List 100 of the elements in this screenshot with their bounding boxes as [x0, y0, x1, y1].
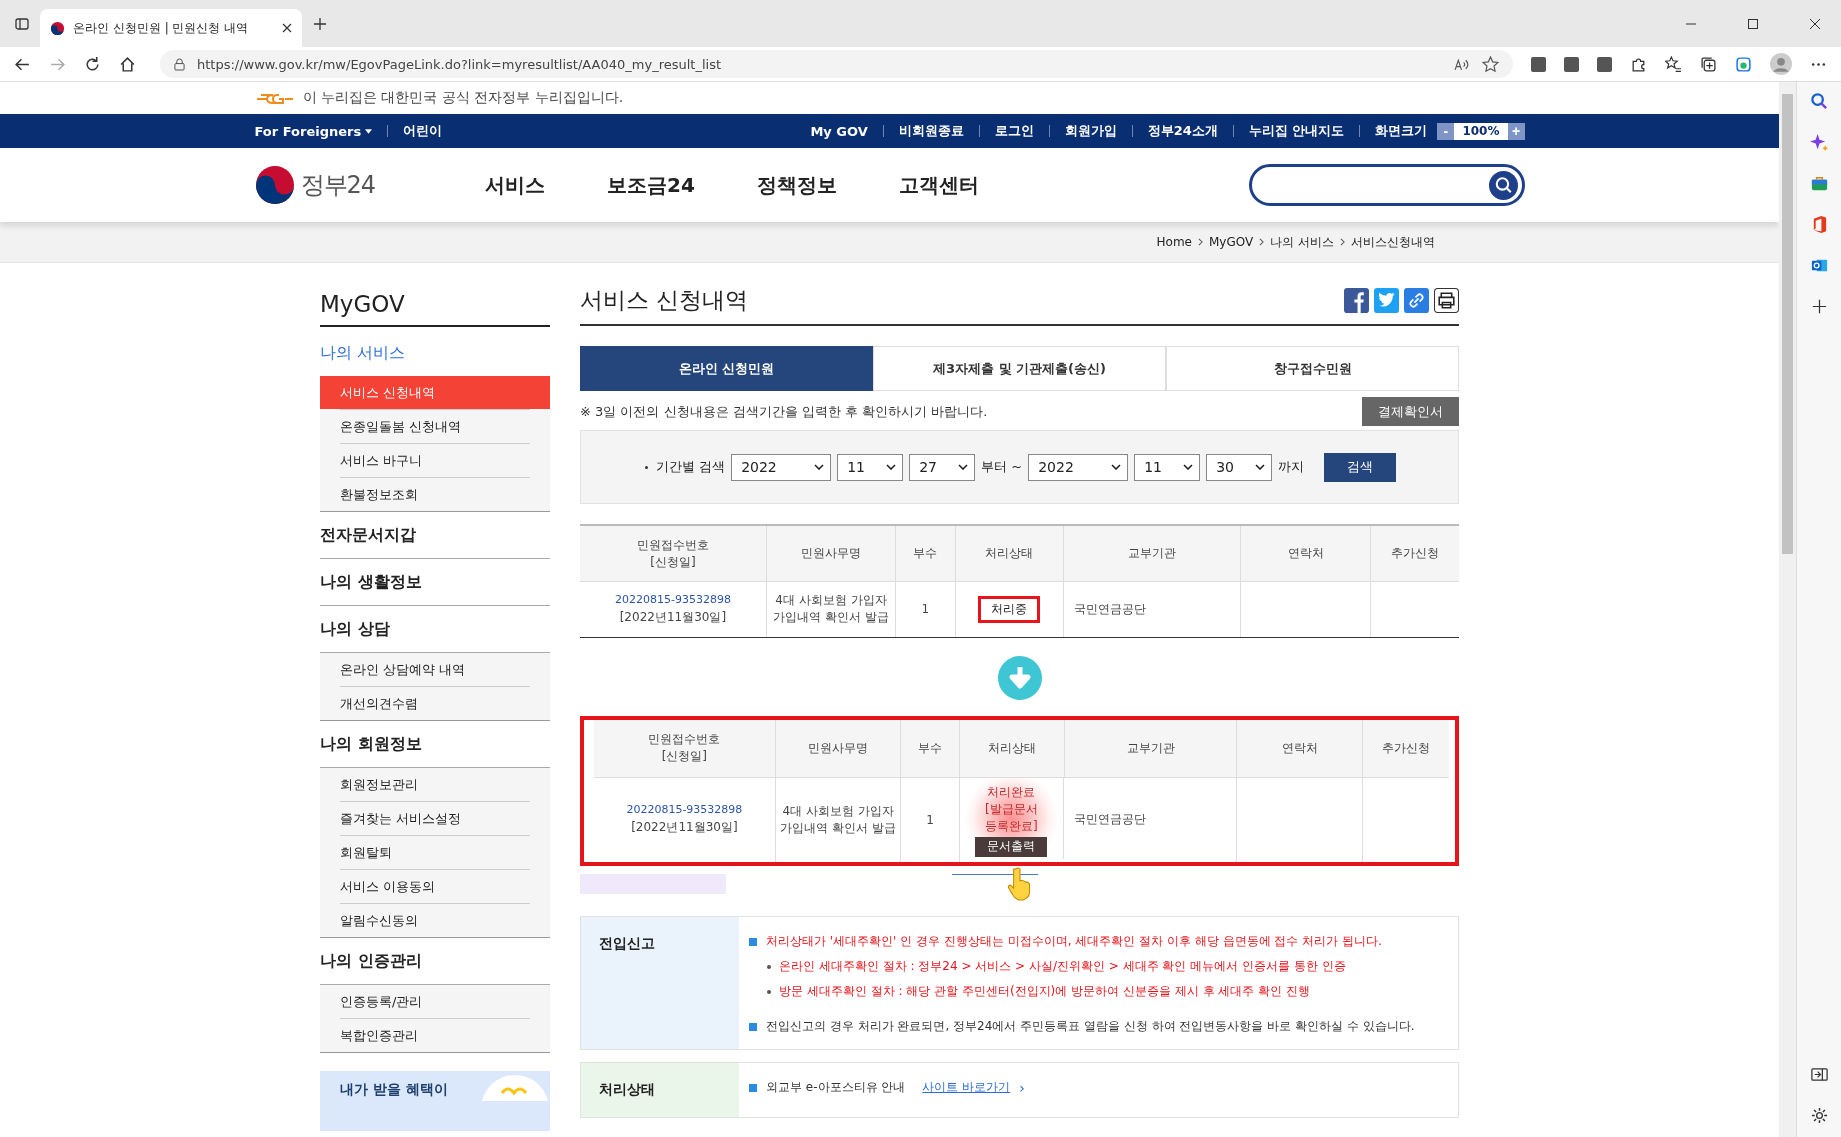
browser-essentials-icon[interactable] [1735, 55, 1752, 73]
print-icon[interactable] [1434, 288, 1459, 313]
sidebar-item[interactable]: 복합인증관리 [340, 1018, 530, 1052]
application-date: [2022년11월30일] [619, 608, 727, 626]
browser-tab[interactable]: 온라인 신청민원 | 민원신청 내역 [40, 9, 302, 47]
nav-link[interactable]: 어린이 [403, 122, 443, 140]
nav-link[interactable]: 누리집 안내지도 [1248, 122, 1345, 140]
sidebar-item[interactable]: 회원정보관리 [320, 768, 550, 801]
breadcrumb-link[interactable]: Home [1156, 235, 1192, 249]
search-field[interactable] [1248, 164, 1525, 206]
arrow-down-icon [997, 655, 1042, 700]
sidebar-item[interactable]: 온종일돌봄 신청내역 [340, 409, 530, 443]
sidebar-item[interactable]: 환불정보조회 [340, 477, 530, 511]
main-menu-item[interactable]: 정책정보 [756, 171, 837, 199]
nav-link[interactable]: 정부24소개 [1147, 122, 1218, 140]
date-select[interactable]: 11 [837, 453, 904, 481]
new-tab-icon[interactable] [312, 15, 328, 32]
refresh-icon[interactable] [84, 55, 101, 73]
column-header: 민원접수번호 [신청일] [594, 719, 776, 777]
profile-icon[interactable] [1770, 53, 1792, 75]
nav-link[interactable]: My GOV [810, 123, 868, 139]
collections-icon[interactable] [1700, 55, 1717, 73]
tab-title: 온라인 신청민원 | 민원신청 내역 [73, 19, 250, 37]
receipt-number-link[interactable]: 20220815-93532898 [614, 592, 731, 606]
maximize-icon[interactable] [1747, 17, 1759, 30]
filter-label: 기간별 검색 [656, 458, 726, 476]
favorites-icon[interactable] [1665, 55, 1682, 73]
facebook-icon[interactable] [1344, 288, 1369, 313]
sidebar-item[interactable]: 알림수신동의 [340, 903, 530, 937]
official-site-notice: 이 누리집은 대한민국 공식 전자정부 누리집입니다. [302, 89, 624, 107]
date-select[interactable]: 27 [909, 453, 976, 481]
sidebar-section-title[interactable]: 나의 서비스 [320, 327, 550, 376]
sidebar-section-title[interactable]: 전자문서지갑 [320, 512, 550, 559]
close-icon[interactable] [282, 23, 292, 33]
chevron-down-icon[interactable] [1183, 464, 1194, 470]
column-header: 민원접수번호 [신청일] [580, 526, 767, 582]
link-arrow[interactable]: › [1019, 1079, 1025, 1096]
date-select[interactable]: 2022 [731, 453, 832, 481]
chevron-down-icon[interactable] [886, 464, 897, 470]
sidebar-item[interactable]: 인증등록/관리 [320, 985, 550, 1018]
search-icon[interactable] [1809, 92, 1829, 111]
chevron-down-icon[interactable] [814, 464, 825, 470]
tab-actions-icon[interactable] [14, 15, 30, 32]
chevron-down-icon[interactable] [1255, 464, 1266, 470]
nav-link[interactable]: 비회원종료 [898, 122, 964, 140]
date-select[interactable]: 2022 [1028, 453, 1129, 481]
extension-icon[interactable] [1597, 56, 1612, 72]
bullet-icon [749, 1022, 757, 1031]
scrollbar[interactable] [1779, 82, 1796, 1137]
sidebar-item[interactable]: 즐겨찾는 서비스설정 [340, 801, 530, 835]
table-cell: 1 [900, 777, 960, 862]
site-logo-text[interactable]: 정부24 [300, 169, 376, 201]
promo-banner[interactable]: 내가 받을 혜택이 [320, 1071, 550, 1131]
note-heading: 전입신고 [581, 917, 739, 1049]
sidebar-item[interactable]: 서비스 신청내역 [320, 376, 550, 409]
tab[interactable]: 제3자제출 및 기관제출(송신) [873, 346, 1166, 391]
print-document-button[interactable]: 문서출력 [975, 836, 1048, 857]
sidebar-item[interactable]: 온라인 상담예약 내역 [320, 653, 550, 686]
tab[interactable]: 창구접수민원 [1166, 346, 1459, 391]
zoom-label: 화면크기 [1375, 122, 1428, 140]
twitter-icon[interactable] [1374, 288, 1399, 313]
nav-link[interactable]: 로그인 [994, 122, 1034, 140]
main-menu-item[interactable]: 보조금24 [607, 171, 695, 199]
main-menu-item[interactable]: 고객센터 [898, 171, 979, 199]
home-icon[interactable] [119, 55, 136, 73]
sparkle-icon[interactable] [1809, 133, 1829, 152]
main-menu-item[interactable]: 서비스 [485, 171, 546, 199]
receipt-button[interactable]: 결제확인서 [1362, 397, 1459, 426]
search-icon[interactable] [1488, 170, 1518, 200]
breadcrumb-link[interactable]: 나의 서비스 [1270, 233, 1334, 251]
favorite-add-icon[interactable] [1482, 55, 1499, 73]
sidebar-item[interactable]: 서비스 바구니 [340, 443, 530, 477]
search-button[interactable]: 검색 [1324, 452, 1397, 482]
briefcase-icon[interactable] [1809, 174, 1829, 193]
notice-text: ※ 3일 이전의 신청내용은 검색기간을 입력한 후 확인하시기 바랍니다. [580, 402, 988, 421]
settings-icon[interactable] [1809, 1106, 1829, 1125]
date-select[interactable]: 30 [1206, 453, 1273, 481]
note-text: 방문 세대주확인 절차 : 해당 관할 주민센터(전입지)에 방문하여 신분증을 제시 후 세대주 확인 진행 [779, 983, 1310, 1000]
extension-icon[interactable] [1564, 56, 1579, 72]
sidebar-item[interactable]: 회원탈퇴 [340, 835, 530, 869]
status-label: 처리중 [978, 595, 1041, 623]
sidebar-item[interactable]: 서비스 이용동의 [340, 869, 530, 903]
extension-icon[interactable] [1531, 56, 1546, 72]
sidebar-toggle-icon[interactable] [1809, 1065, 1829, 1084]
chevron-down-icon[interactable] [958, 464, 969, 470]
foreigners-link[interactable]: For Foreigners [254, 123, 362, 139]
receipt-number-link[interactable]: 20220815-93532898 [626, 803, 743, 817]
breadcrumb-link[interactable]: MyGOV [1208, 235, 1254, 249]
sidebar-item[interactable]: 개선의견수렴 [340, 686, 530, 720]
caret-icon[interactable] [365, 128, 373, 134]
link-icon[interactable] [1404, 288, 1429, 313]
site-link[interactable]: 사이트 바로가기 [922, 1079, 1011, 1096]
chevron-down-icon[interactable] [1111, 464, 1122, 470]
sidebar-section-title[interactable]: 나의 생활정보 [320, 559, 550, 606]
nav-link[interactable]: 회원가입 [1064, 122, 1117, 140]
date-select[interactable]: 11 [1134, 453, 1201, 481]
breadcrumb-link[interactable]: 서비스신청내역 [1351, 233, 1435, 251]
close-window-icon[interactable] [1809, 17, 1821, 30]
tab[interactable]: 온라인 신청민원 [580, 346, 873, 391]
address-field[interactable]: https://www.gov.kr/mw/EgovPageLink.do?link=myresultlist/AA040_my_result_list [160, 50, 1513, 78]
